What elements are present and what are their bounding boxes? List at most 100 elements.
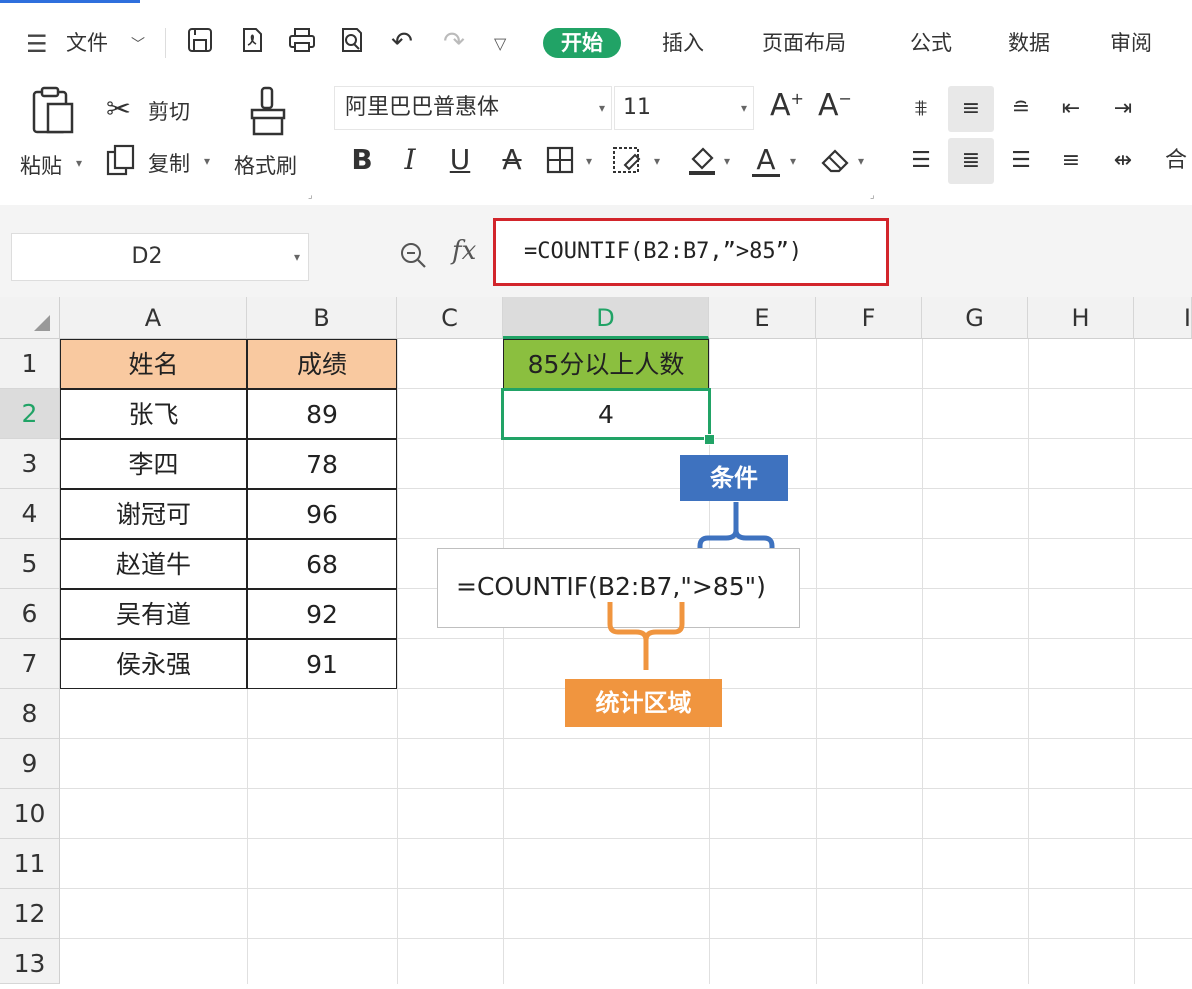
file-menu[interactable]: 文件 [66,28,108,58]
row-header-5[interactable]: 5 [0,539,60,589]
cell-score[interactable]: 78 [247,439,397,489]
cut-button[interactable]: 剪切 [148,96,190,126]
format-painter-icon[interactable] [248,86,288,142]
export-pdf-icon[interactable] [236,26,268,58]
tab-formulas[interactable]: 公式 [910,28,952,58]
cell-name[interactable]: 张飞 [60,389,247,439]
borders-icon[interactable] [540,140,580,180]
cell-score[interactable]: 96 [247,489,397,539]
cell-style-dropdown-icon[interactable]: ▾ [654,154,660,168]
bold-icon[interactable]: B [342,140,382,180]
format-painter-button[interactable]: 格式刷 [234,150,297,180]
increase-font-size-icon[interactable]: A+ [770,88,804,123]
zoom-formula-icon[interactable] [398,240,428,276]
insert-function-icon[interactable]: fx [452,236,476,266]
font-size-select[interactable]: 11 ▾ [614,86,754,130]
fill-color-icon[interactable] [682,140,722,180]
column-header-i[interactable]: I [1134,297,1192,339]
cell-style-icon[interactable] [608,140,648,180]
undo-icon[interactable]: ↶ [386,26,418,58]
cell-a1-header-name[interactable]: 姓名 [60,339,247,389]
cell-name[interactable]: 谢冠可 [60,489,247,539]
align-center-icon[interactable]: ≣ [948,138,994,184]
font-dialog-launcher[interactable]: ⌟ [870,190,875,201]
justify-icon[interactable]: ≡ [1048,138,1094,184]
clipboard-dialog-launcher[interactable]: ⌟ [308,190,313,201]
copy-icon[interactable] [106,144,136,180]
distributed-align-icon[interactable]: ⇹ [1100,138,1146,184]
paste-icon[interactable] [28,86,78,136]
cell-d1-result-header[interactable]: 85分以上人数 [503,339,709,389]
column-header-f[interactable]: F [816,297,922,339]
column-header-d[interactable]: D [503,297,709,339]
align-right-icon[interactable]: ☰ [998,138,1044,184]
cell-score[interactable]: 91 [247,639,397,689]
formula-input[interactable]: =COUNTIF(B2:B7,”>85”) [493,218,889,286]
cell-score[interactable]: 92 [247,589,397,639]
font-color-icon[interactable]: A [746,140,786,180]
row-header-10[interactable]: 10 [0,789,60,839]
row-header-11[interactable]: 11 [0,839,60,889]
column-header-e[interactable]: E [709,297,816,339]
tab-insert[interactable]: 插入 [662,28,704,58]
row-header-7[interactable]: 7 [0,639,60,689]
row-header-13[interactable]: 13 [0,939,60,984]
decrease-font-size-icon[interactable]: A− [818,88,852,123]
row-header-3[interactable]: 3 [0,439,60,489]
save-icon[interactable] [184,26,216,58]
print-icon[interactable] [286,26,318,58]
underline-icon[interactable]: U [440,140,480,180]
column-header-b[interactable]: B [247,297,397,339]
font-color-dropdown-icon[interactable]: ▾ [790,154,796,168]
cell-score[interactable]: 68 [247,539,397,589]
font-size-dropdown-icon[interactable]: ▾ [741,87,747,129]
copy-button[interactable]: 复制 [148,148,190,178]
align-left-icon[interactable]: ☰ [898,138,944,184]
name-box-dropdown-icon[interactable]: ▾ [294,234,300,280]
column-header-a[interactable]: A [60,297,247,339]
row-header-2[interactable]: 2 [0,389,60,439]
fill-color-dropdown-icon[interactable]: ▾ [724,154,730,168]
strikethrough-icon[interactable]: A [492,140,532,180]
column-header-g[interactable]: G [922,297,1028,339]
fill-handle[interactable] [704,434,715,445]
quick-access-more-icon[interactable]: ▽ [494,34,506,53]
select-all-corner[interactable] [0,297,60,339]
row-header-6[interactable]: 6 [0,589,60,639]
paste-button[interactable]: 粘贴 [20,150,62,180]
hamburger-menu-icon[interactable]: ☰ [26,30,48,58]
paste-dropdown-icon[interactable]: ▾ [76,156,82,170]
increase-indent-icon[interactable]: ⇥ [1100,86,1146,132]
clear-format-dropdown-icon[interactable]: ▾ [858,154,864,168]
cell-b1-header-score[interactable]: 成绩 [247,339,397,389]
name-box[interactable]: D2 ▾ [11,233,309,281]
font-family-select[interactable]: 阿里巴巴普惠体 ▾ [334,86,612,130]
merge-cells-icon[interactable]: 合 [1160,138,1192,184]
cell-d2-result-value[interactable]: 4 [501,388,711,440]
print-preview-icon[interactable] [336,26,368,58]
redo-icon[interactable]: ↷ [438,26,470,58]
align-bottom-icon[interactable]: ≘ [998,86,1044,132]
clear-format-icon[interactable] [816,140,856,180]
column-header-c[interactable]: C [397,297,503,339]
cell-name[interactable]: 吴有道 [60,589,247,639]
borders-dropdown-icon[interactable]: ▾ [586,154,592,168]
row-header-4[interactable]: 4 [0,489,60,539]
cell-name[interactable]: 赵道牛 [60,539,247,589]
row-header-12[interactable]: 12 [0,889,60,939]
row-header-8[interactable]: 8 [0,689,60,739]
copy-dropdown-icon[interactable]: ▾ [204,154,210,168]
chevron-down-icon[interactable]: ﹀ [131,34,145,54]
row-header-9[interactable]: 9 [0,739,60,789]
column-header-h[interactable]: H [1028,297,1134,339]
decrease-indent-icon[interactable]: ⇤ [1048,86,1094,132]
align-top-icon[interactable]: ⩨ [898,86,944,132]
tab-review[interactable]: 审阅 [1110,28,1152,58]
tab-data[interactable]: 数据 [1008,28,1050,58]
cell-name[interactable]: 李四 [60,439,247,489]
cell-name[interactable]: 侯永强 [60,639,247,689]
tab-home[interactable]: 开始 [543,28,621,58]
cut-icon[interactable]: ✂ [106,92,131,127]
cell-score[interactable]: 89 [247,389,397,439]
tab-page-layout[interactable]: 页面布局 [762,28,846,58]
